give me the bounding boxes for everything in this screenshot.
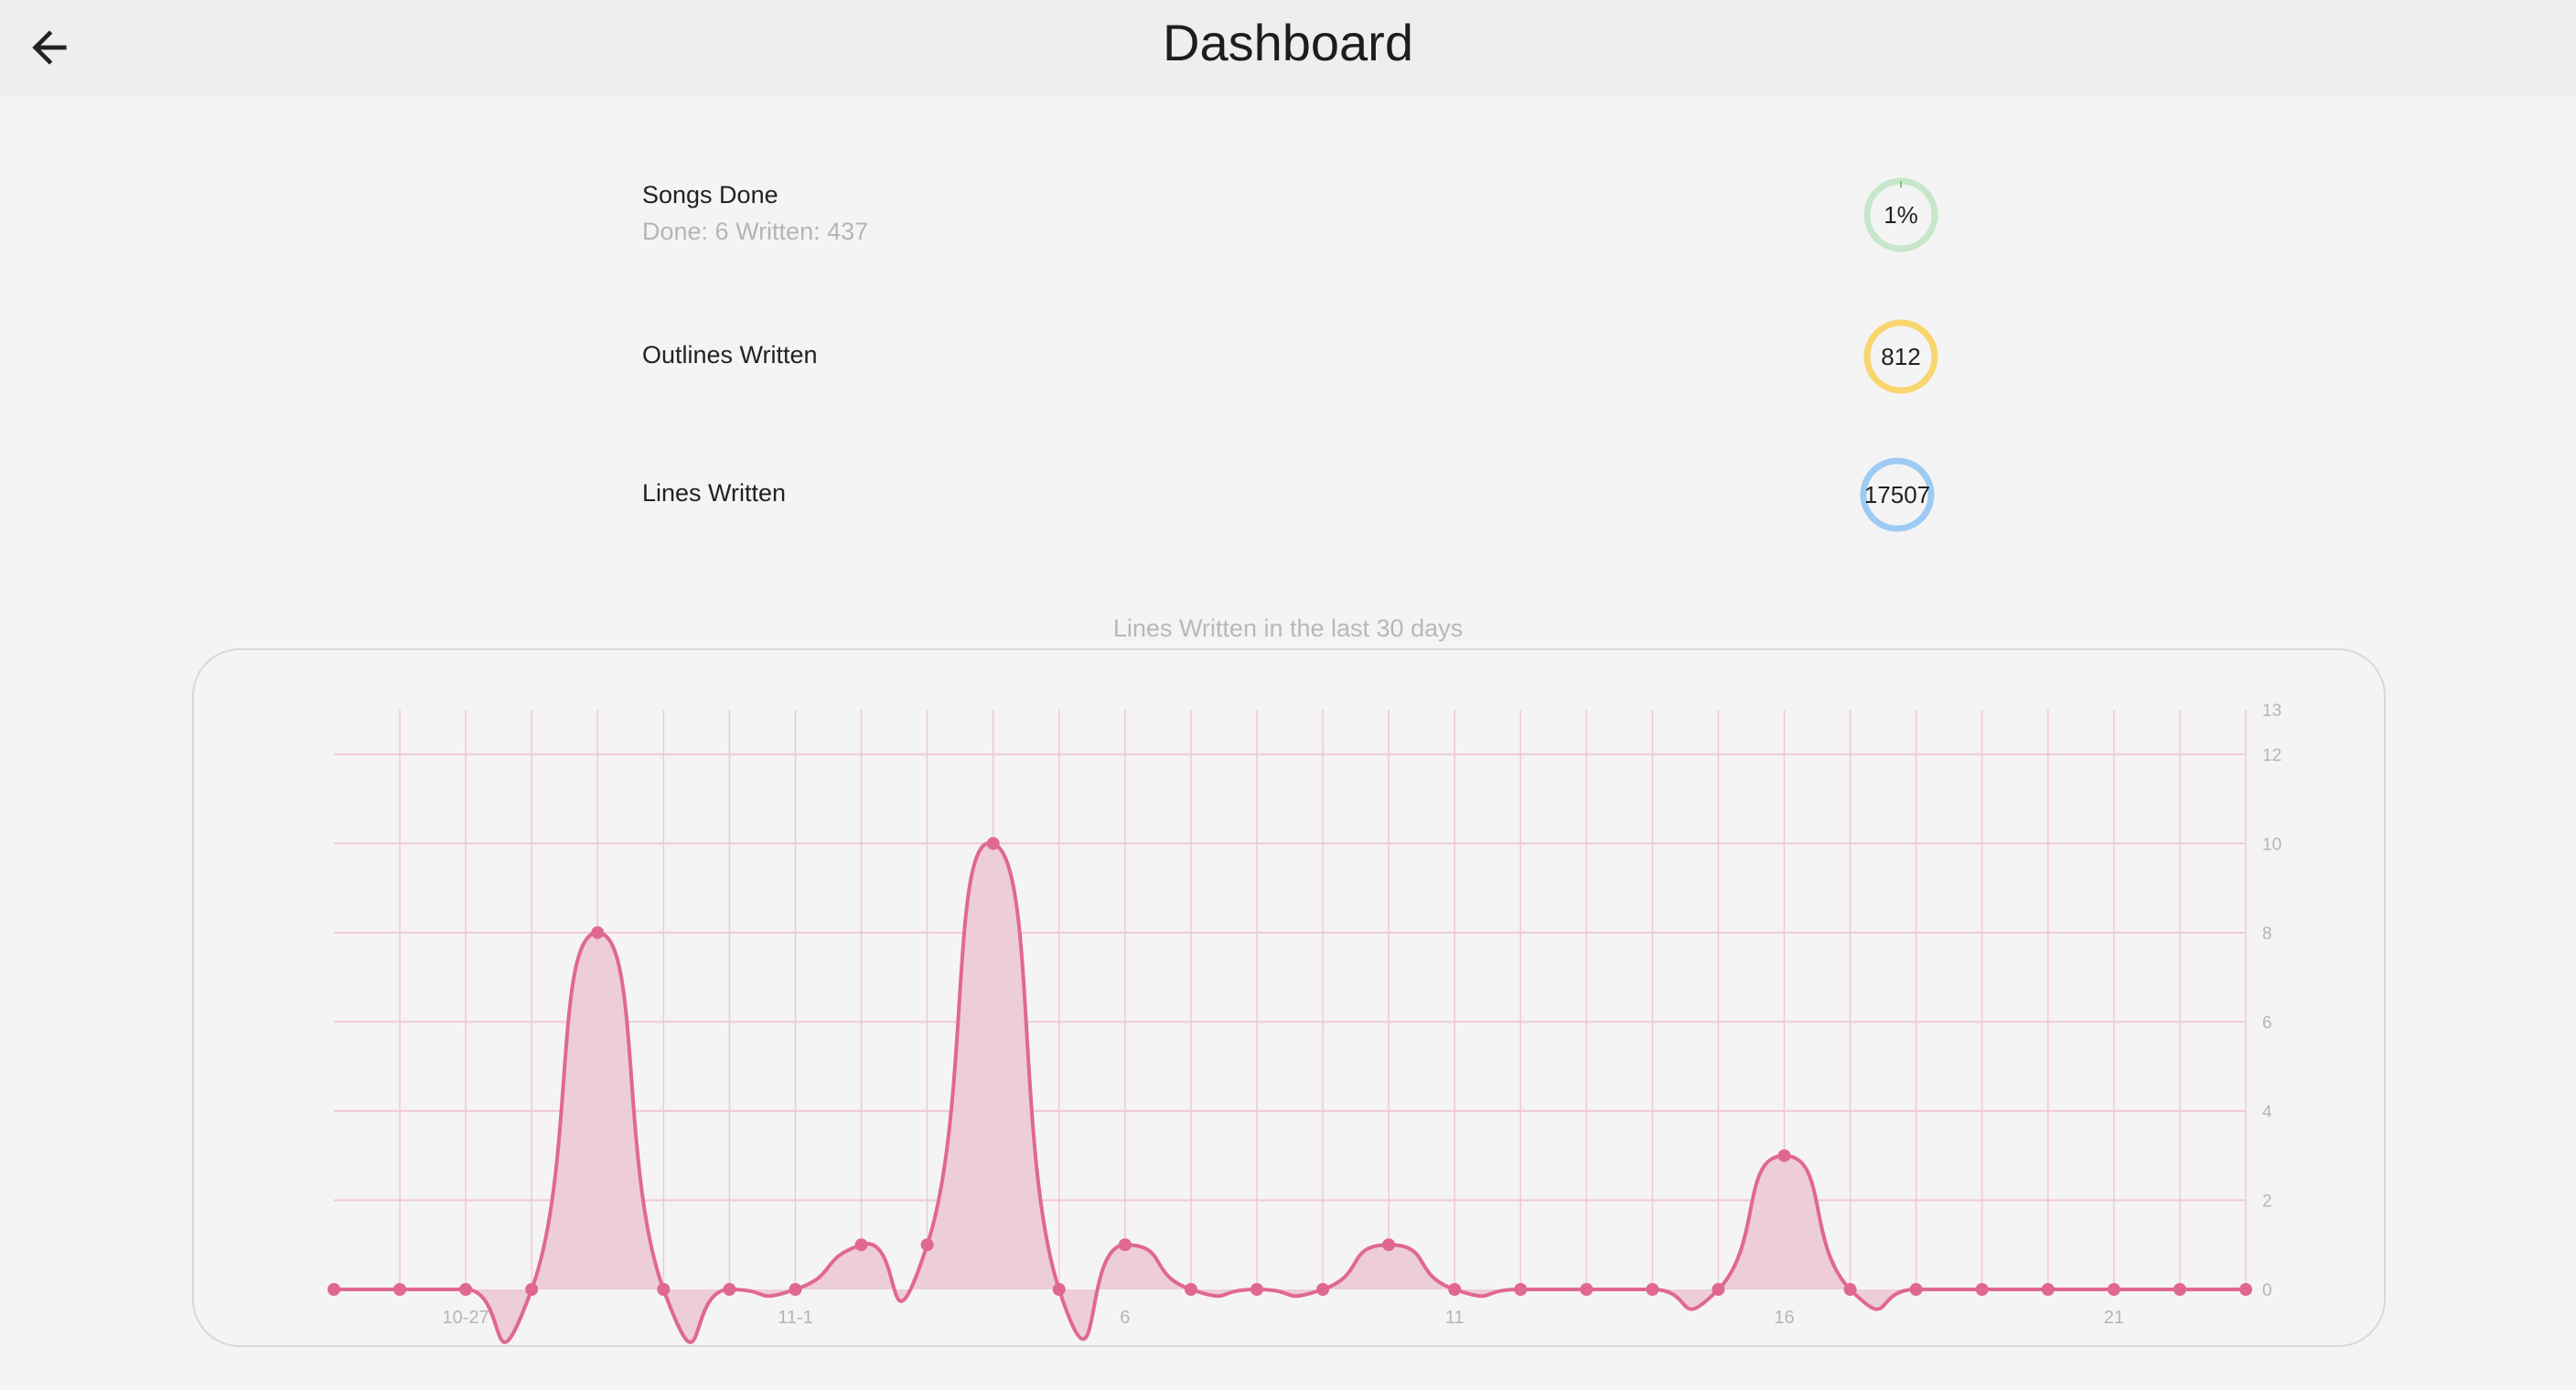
area-fill [334, 842, 2246, 1342]
data-point [986, 837, 1000, 850]
songs-done-value: 1% [1884, 201, 1918, 229]
chart-title: Lines Written in the last 30 days [1112, 615, 1464, 642]
data-point [591, 925, 605, 939]
x-tick-label: 11-1 [778, 1308, 813, 1328]
data-point [1843, 1283, 1857, 1296]
songs-done-detail: Done: 6 Written: 437 [642, 218, 869, 245]
data-point [1646, 1283, 1659, 1296]
data-point [1052, 1283, 1066, 1296]
y-tick-label: 6 [2262, 1013, 2272, 1032]
songs-done-label: Songs Done [642, 181, 778, 208]
y-tick-label: 10 [2262, 835, 2281, 854]
data-point [2041, 1283, 2055, 1296]
data-point [1382, 1238, 1396, 1252]
x-tick-label: 16 [1774, 1308, 1794, 1328]
x-tick-label: 11 [1445, 1308, 1465, 1328]
y-tick-label: 0 [2262, 1281, 2272, 1300]
lines-chart: 0 2 4 6 8 10 12 13 10-27 11-1 6 11 16 21 [327, 701, 2281, 1344]
y-tick-label: 4 [2262, 1103, 2272, 1122]
data-point [1909, 1283, 1923, 1296]
data-point [1580, 1283, 1594, 1296]
outlines-written-value: 812 [1881, 343, 1921, 370]
data-point [920, 1238, 934, 1252]
app-bar: Dashboard [0, 0, 2576, 95]
outlines-written-ring: 812 [1863, 319, 1938, 394]
x-tick-label: 21 [2104, 1308, 2124, 1328]
y-tick-label: 13 [2262, 701, 2281, 721]
data-point [1777, 1149, 1791, 1162]
data-point [1712, 1283, 1725, 1296]
lines-chart-card: 0 2 4 6 8 10 12 13 10-27 11-1 6 11 16 21 [192, 648, 2386, 1347]
y-tick-label: 8 [2262, 925, 2272, 944]
data-point [657, 1283, 671, 1296]
data-point [1250, 1283, 1263, 1296]
x-tick-label: 10-27 [443, 1308, 489, 1328]
lines-written-ring: 17507 [1860, 457, 1935, 532]
data-point [789, 1283, 802, 1296]
lines-written-value: 17507 [1863, 481, 1931, 508]
data-point [2173, 1283, 2186, 1296]
data-point [854, 1238, 868, 1252]
data-point [723, 1283, 736, 1296]
y-tick-label: 12 [2262, 746, 2281, 765]
data-point [1118, 1238, 1132, 1252]
data-point [2239, 1283, 2252, 1296]
data-point [393, 1283, 407, 1296]
data-point [1975, 1283, 1989, 1296]
data-point [525, 1283, 539, 1296]
data-point [1448, 1283, 1462, 1296]
y-tick-label: 2 [2262, 1192, 2272, 1211]
data-point [2107, 1283, 2120, 1296]
x-tick-label: 6 [1120, 1308, 1130, 1328]
data-point [1184, 1283, 1197, 1296]
lines-written-label: Lines Written [642, 479, 787, 507]
data-point [327, 1283, 340, 1296]
outlines-written-label: Outlines Written [642, 341, 818, 369]
data-point [459, 1283, 473, 1296]
data-point [1316, 1283, 1330, 1296]
page-title: Dashboard [1163, 14, 1413, 71]
songs-done-progress-ring: 1% [1863, 177, 1938, 252]
data-point [1514, 1283, 1528, 1296]
